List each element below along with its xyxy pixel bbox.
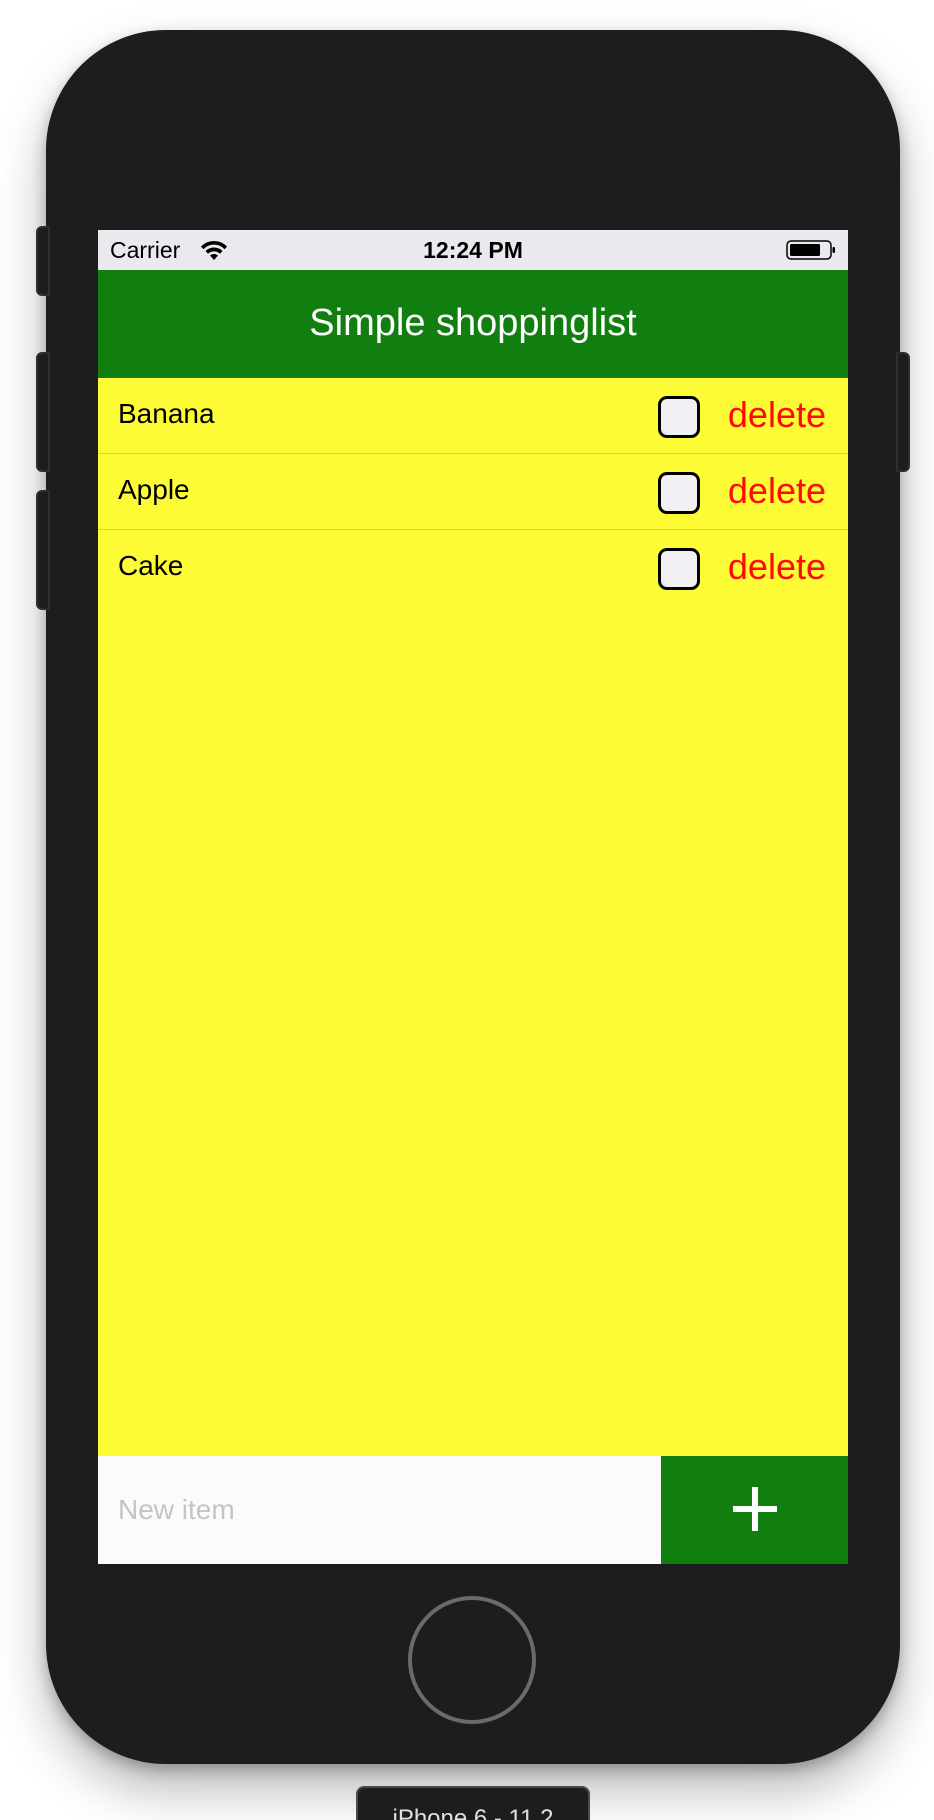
item-checkbox[interactable]: [658, 396, 700, 438]
item-label: Apple: [118, 474, 190, 505]
home-button[interactable]: [408, 1596, 536, 1724]
item-label: Banana: [118, 398, 215, 429]
volume-down-button: [36, 490, 50, 610]
battery-icon: [786, 240, 835, 260]
simulator-stage: Carrier 12:24 PM Simple shoppinglist Ban…: [0, 0, 934, 1820]
shopping-list: Banana delete Apple delete Cake delete: [98, 378, 848, 606]
navigation-bar: Simple shoppinglist: [98, 270, 848, 378]
list-item[interactable]: Cake delete: [98, 530, 848, 606]
item-checkbox[interactable]: [658, 548, 700, 590]
status-time: 12:24 PM: [423, 237, 523, 263]
status-bar: Carrier 12:24 PM: [98, 230, 848, 270]
simulator-device-label: iPhone 6 - 11.2: [356, 1786, 590, 1820]
power-button: [896, 352, 910, 472]
new-item-composer: [98, 1456, 848, 1564]
delete-button[interactable]: delete: [728, 394, 826, 436]
delete-button[interactable]: delete: [728, 470, 826, 512]
add-item-button[interactable]: [661, 1456, 848, 1564]
new-item-input[interactable]: [98, 1456, 661, 1564]
page-title: Simple shoppinglist: [309, 302, 637, 344]
app-screen: Carrier 12:24 PM Simple shoppinglist Ban…: [98, 230, 848, 1564]
list-item[interactable]: Apple delete: [98, 454, 848, 530]
volume-up-button: [36, 352, 50, 472]
plus-icon: [732, 1486, 777, 1531]
mute-switch: [36, 226, 50, 296]
item-label: Cake: [118, 550, 184, 581]
delete-button[interactable]: delete: [728, 546, 826, 588]
item-checkbox[interactable]: [658, 472, 700, 514]
list-item[interactable]: Banana delete: [98, 378, 848, 454]
